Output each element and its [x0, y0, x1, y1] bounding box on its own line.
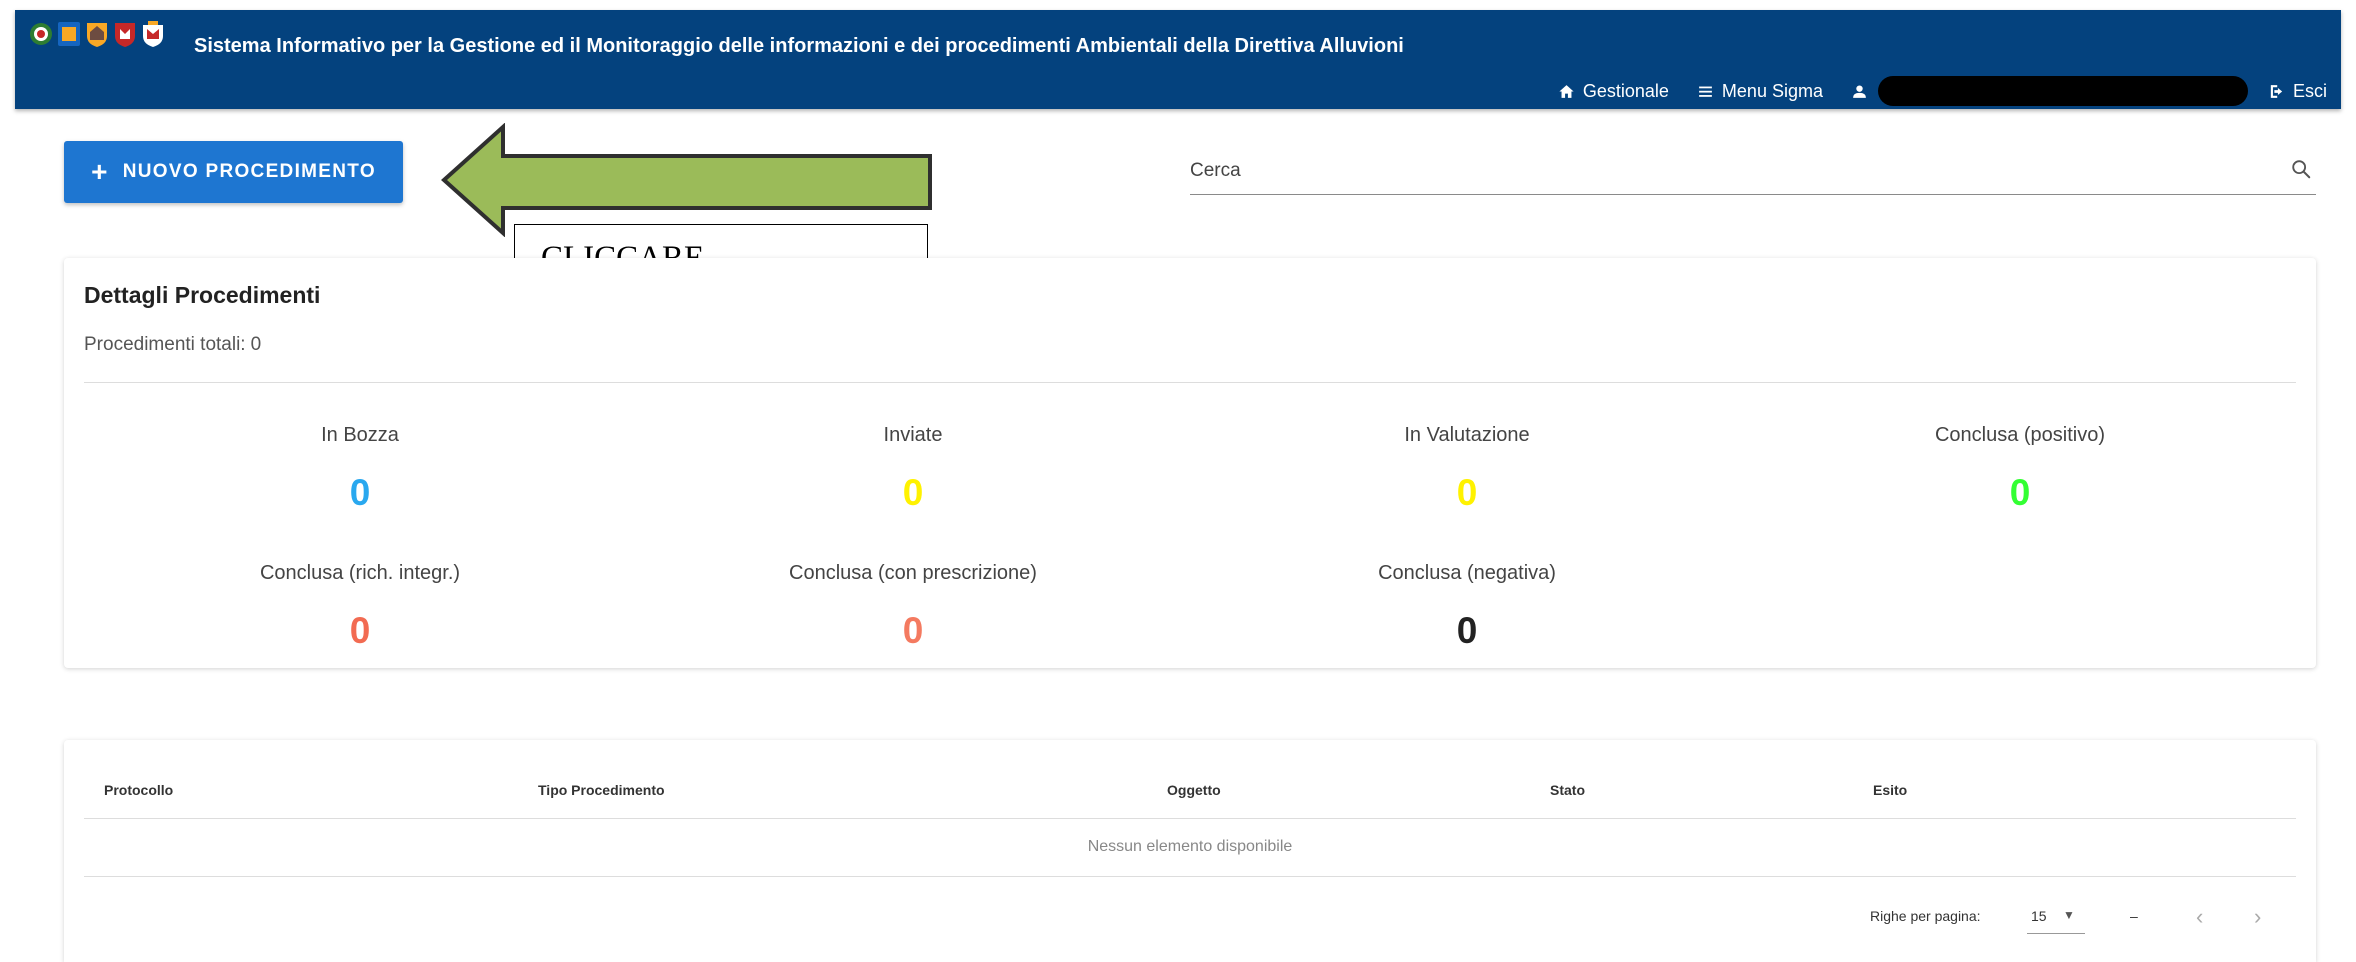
stat-value: 0 — [1456, 472, 1478, 513]
stat-conclusa-con-prescrizione: Conclusa (con prescrizione) 0 — [713, 558, 1113, 651]
empty-message: Nessun elemento disponibile — [1087, 838, 1293, 855]
rows-per-page-select[interactable]: 15 ▼ — [2027, 903, 2085, 934]
coat-of-arms-5-icon — [141, 20, 165, 48]
plus-icon: + — [91, 156, 109, 187]
stat-value: 0 — [1456, 610, 1478, 651]
stat-conclusa-rich-integr: Conclusa (rich. integr.) 0 — [160, 558, 560, 651]
search-input[interactable] — [1190, 156, 2250, 186]
coat-of-arms-4-icon — [113, 20, 137, 48]
search-bar — [1190, 148, 2316, 195]
rows-per-page-value: 15 — [2031, 908, 2047, 924]
header-divider — [84, 818, 2296, 819]
stat-conclusa-positivo: Conclusa (positivo) 0 — [1820, 420, 2220, 513]
stat-label: Conclusa (positivo) — [1934, 424, 2106, 446]
column-header-oggetto[interactable]: Oggetto — [1167, 782, 1221, 798]
stat-value: 0 — [2009, 472, 2031, 513]
nav-gestionale[interactable]: Gestionale — [1558, 81, 1669, 102]
user-icon — [1853, 84, 1866, 98]
column-header-esito[interactable]: Esito — [1873, 782, 1907, 798]
divider — [84, 382, 2296, 383]
nav-gestionale-label: Gestionale — [1582, 80, 1669, 101]
coat-of-arms-3-icon — [85, 20, 109, 48]
new-procedure-button-label: NUOVO PROCEDIMENTO — [122, 161, 376, 182]
stat-label: Inviate — [883, 424, 943, 446]
stat-label: In Bozza — [321, 424, 399, 446]
stat-inviate: Inviate 0 — [713, 420, 1113, 513]
column-header-tipo-procedimento[interactable]: Tipo Procedimento — [538, 782, 665, 798]
app-header: Sistema Informativo per la Gestione ed i… — [15, 10, 2341, 109]
home-icon — [1559, 84, 1574, 98]
stat-conclusa-negativa: Conclusa (negativa) 0 — [1267, 558, 1667, 651]
dropdown-arrow-icon: ▼ — [2063, 908, 2075, 922]
stat-value: 0 — [349, 472, 371, 513]
stat-label: In Valutazione — [1404, 424, 1530, 446]
nav-menu-sigma[interactable]: Menu Sigma — [1697, 81, 1823, 102]
total-label: Procedimenti totali: — [84, 334, 246, 355]
logos — [29, 20, 165, 48]
footer-divider — [84, 876, 2296, 877]
nav-user[interactable] — [1851, 76, 2248, 106]
stat-label: Conclusa (rich. integr.) — [259, 562, 461, 584]
stat-value: 0 — [902, 472, 924, 513]
stat-value: 0 — [902, 610, 924, 651]
stat-in-valutazione: In Valutazione 0 — [1267, 420, 1667, 513]
new-procedure-button[interactable]: + NUOVO PROCEDIMENTO — [64, 141, 403, 203]
app-title: Sistema Informativo per la Gestione ed i… — [194, 35, 1404, 57]
top-nav: Gestionale Menu Sigma Esci — [1530, 76, 2327, 106]
stat-label: Conclusa (con prescrizione) — [789, 562, 1037, 584]
coat-of-arms-1-icon — [29, 20, 53, 48]
card-title: Dettagli Procedimenti — [84, 282, 321, 308]
nav-esci[interactable]: Esci — [2268, 81, 2327, 102]
stat-in-bozza: In Bozza 0 — [160, 420, 560, 513]
procedures-table: Protocollo Tipo Procedimento Oggetto Sta… — [64, 740, 2316, 962]
annotation-arrow-icon — [441, 123, 932, 237]
chevron-left-icon[interactable]: ‹ — [2196, 904, 2203, 930]
search-icon[interactable] — [2290, 158, 2312, 180]
nav-esci-label: Esci — [2292, 80, 2327, 101]
column-header-protocollo[interactable]: Protocollo — [104, 782, 173, 798]
chevron-right-icon[interactable]: › — [2254, 904, 2261, 930]
pagination: Righe per pagina: 15 ▼ – ‹ › — [64, 903, 2316, 934]
redacted-username — [1877, 76, 2248, 106]
coat-of-arms-2-icon — [57, 20, 81, 48]
stat-label: Conclusa (negativa) — [1378, 562, 1556, 584]
total-value: 0 — [250, 334, 262, 355]
nav-menu-sigma-label: Menu Sigma — [1721, 80, 1823, 101]
column-header-stato[interactable]: Stato — [1550, 782, 1585, 798]
stat-value: 0 — [349, 610, 371, 651]
procedures-summary-card: Dettagli Procedimenti Procedimenti total… — [64, 258, 2316, 668]
page-range: – — [2130, 908, 2138, 924]
total-procedures: Procedimenti totali: 0 — [84, 334, 261, 356]
logout-icon — [2270, 84, 2283, 98]
rows-per-page-label: Righe per pagina: — [1870, 908, 1981, 924]
hamburger-icon — [1699, 86, 1712, 97]
